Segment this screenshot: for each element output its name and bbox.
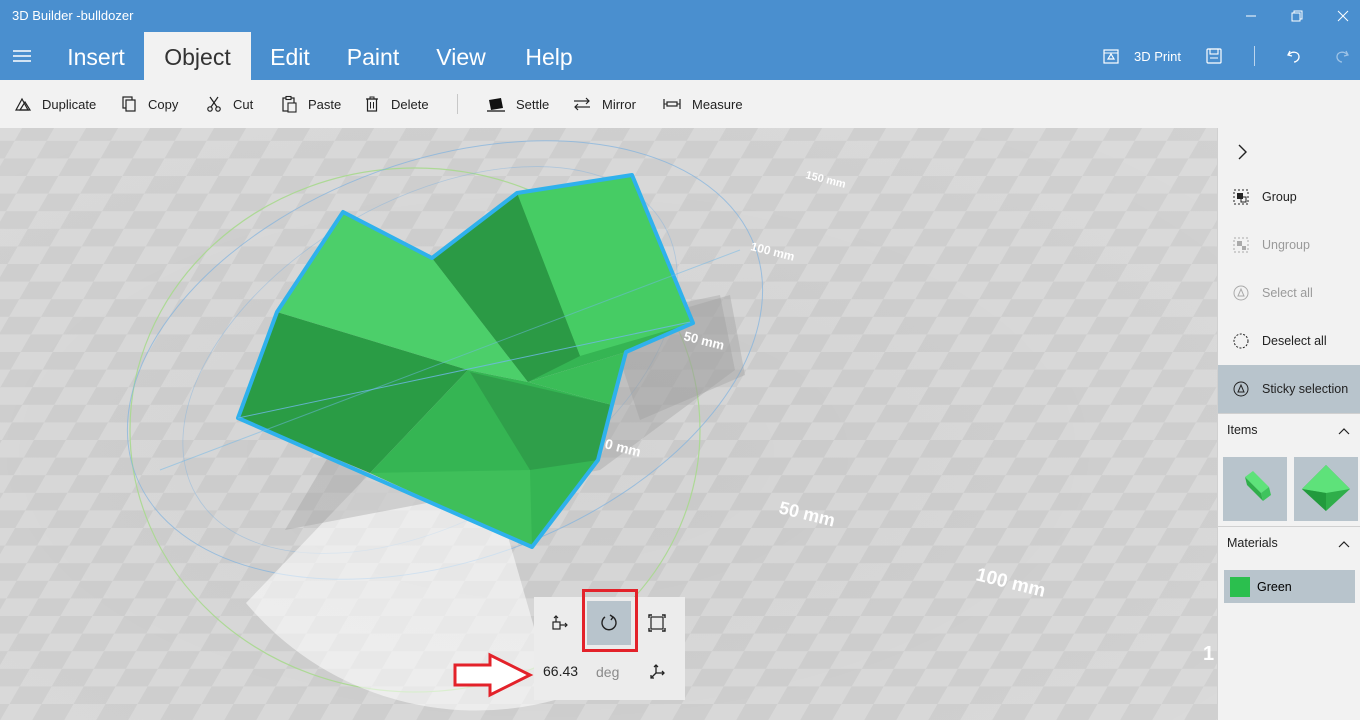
tab-object[interactable]: Object (144, 32, 251, 80)
menu-bar: Insert Object Edit Paint View Help 3D Pr… (0, 32, 1360, 80)
mirror-button[interactable]: Mirror (572, 80, 636, 128)
object-toolbar: Duplicate Copy Cut Paste Delete Settle M… (0, 80, 1360, 128)
material-item-green[interactable]: Green (1224, 570, 1355, 603)
move-icon (552, 615, 568, 630)
materials-header: Materials (1227, 536, 1278, 550)
materials-section-header[interactable]: Materials (1218, 526, 1360, 560)
deselect-all-button[interactable]: Deselect all (1218, 317, 1360, 365)
copy-button[interactable]: Copy (120, 80, 178, 128)
3d-print-icon (1103, 49, 1119, 64)
material-swatch (1230, 576, 1250, 597)
3d-print-button[interactable]: 3D Print (1102, 32, 1181, 80)
item-thumbnail[interactable] (1223, 457, 1287, 521)
close-icon (1337, 10, 1349, 22)
close-button[interactable] (1320, 0, 1360, 32)
mirror-label: Mirror (602, 96, 636, 112)
group-button[interactable]: Group (1218, 173, 1360, 221)
minimize-icon (1246, 15, 1256, 17)
save-button[interactable] (1205, 32, 1223, 80)
sticky-selection-label: Sticky selection (1262, 382, 1349, 396)
tab-paint[interactable]: Paint (338, 32, 408, 80)
settle-icon (487, 98, 505, 112)
mirror-icon (574, 97, 590, 111)
duplicate-button[interactable]: Duplicate (14, 80, 96, 128)
window-title: 3D Builder -bulldozer (12, 8, 134, 23)
material-label: Green (1257, 579, 1292, 594)
copy-icon (122, 96, 136, 112)
cut-label: Cut (233, 96, 254, 112)
ungroup-button[interactable]: Ungroup (1218, 221, 1360, 269)
cut-button[interactable]: Cut (205, 80, 253, 128)
rotation-unit-label: deg (596, 664, 620, 680)
paste-label: Paste (308, 96, 342, 112)
minimize-button[interactable] (1228, 0, 1274, 32)
tab-view[interactable]: View (426, 32, 496, 80)
ungroup-icon (1231, 235, 1251, 255)
hamburger-menu-icon[interactable] (10, 46, 34, 66)
rotation-value-input[interactable]: 66.43 (543, 663, 578, 679)
axis-toggle-button[interactable] (635, 650, 679, 694)
tab-insert[interactable]: Insert (56, 32, 136, 80)
duplicate-label: Duplicate (42, 96, 97, 112)
chevron-right-icon (1238, 144, 1247, 160)
collapse-panel-button[interactable] (1230, 140, 1254, 164)
cut-icon (207, 96, 221, 112)
measure-button[interactable]: Measure (662, 80, 743, 128)
measure-label: Measure (692, 96, 743, 112)
delete-label: Delete (391, 96, 429, 112)
deselect-all-icon (1231, 331, 1251, 351)
paste-button[interactable]: Paste (280, 80, 341, 128)
menu-divider (1254, 46, 1255, 66)
item-thumbnail-image (1245, 471, 1271, 501)
scale-label: 1 (1203, 643, 1214, 665)
scale-icon (648, 614, 666, 632)
deselect-all-label: Deselect all (1262, 334, 1327, 348)
move-tool-button[interactable] (538, 601, 582, 645)
sticky-selection-toggle[interactable]: Sticky selection (1218, 365, 1360, 413)
delete-button[interactable]: Delete (363, 80, 429, 128)
group-label: Group (1262, 190, 1297, 204)
paste-icon (282, 95, 297, 113)
group-icon (1231, 187, 1251, 207)
select-all-label: Select all (1262, 286, 1313, 300)
select-all-button[interactable]: Select all (1218, 269, 1360, 317)
item-thumbnail[interactable] (1294, 457, 1358, 521)
copy-label: Copy (148, 96, 179, 112)
undo-icon (1287, 50, 1300, 63)
measure-icon (663, 99, 681, 109)
redo-icon (1336, 50, 1349, 63)
settle-label: Settle (516, 96, 550, 112)
annotation-highlight-box (582, 589, 638, 652)
duplicate-icon (14, 97, 32, 111)
select-all-icon (1231, 283, 1251, 303)
ungroup-label: Ungroup (1262, 238, 1310, 252)
item-thumbnail-image (1302, 465, 1350, 511)
chevron-up-icon (1338, 428, 1350, 435)
axis-icon (650, 664, 665, 679)
restore-icon (1291, 10, 1303, 22)
chevron-up-icon (1338, 541, 1350, 548)
tab-edit[interactable]: Edit (259, 32, 321, 80)
title-bar: 3D Builder -bulldozer (0, 0, 1360, 32)
undo-button[interactable] (1285, 32, 1303, 80)
3d-print-label: 3D Print (1134, 48, 1181, 64)
save-icon (1206, 48, 1222, 64)
toolbar-divider (457, 94, 458, 114)
sticky-selection-icon (1231, 379, 1251, 399)
tab-help[interactable]: Help (514, 32, 584, 80)
scale-tool-button[interactable] (635, 601, 679, 645)
settle-button[interactable]: Settle (486, 80, 549, 128)
delete-icon (366, 96, 378, 112)
items-header: Items (1227, 423, 1258, 437)
selection-panel: Group Ungroup Select all Deselect all St… (1217, 128, 1360, 720)
restore-button[interactable] (1274, 0, 1320, 32)
redo-button[interactable] (1333, 32, 1351, 80)
items-section-header[interactable]: Items (1218, 413, 1360, 447)
